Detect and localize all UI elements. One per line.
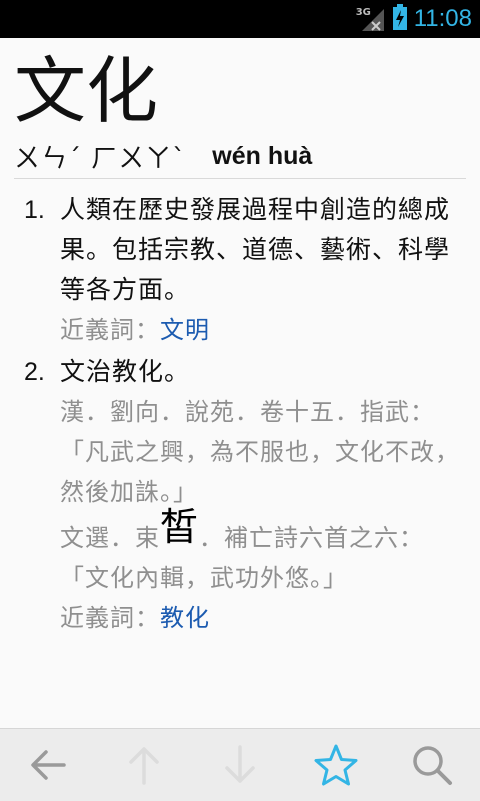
star-icon <box>314 744 358 786</box>
definition-text: 文治教化。 <box>60 357 191 386</box>
citation-quote: 「凡武之興，為不服也，文化不改，然後加誅。」 <box>60 438 460 506</box>
pronunciation: ㄨㄣˊ ㄏㄨㄚˋ wén huà <box>14 138 312 174</box>
special-glyph: 皙 <box>160 505 200 549</box>
definition-number: 1. <box>24 196 45 224</box>
next-entry-button[interactable] <box>204 729 276 801</box>
back-button[interactable] <box>12 729 84 801</box>
pinyin: wén huà <box>212 141 313 170</box>
citation-source-part: ．補亡詩六首之六： <box>199 524 425 552</box>
bottom-toolbar <box>0 728 480 801</box>
headword: 文化 <box>14 49 159 133</box>
up-arrow-icon <box>129 747 159 785</box>
synonym-label: 近義詞： <box>60 604 160 632</box>
synonym-row: 近義詞：文明 <box>60 310 470 350</box>
clock: 11:08 <box>413 5 472 32</box>
synonym-label: 近義詞： <box>60 316 160 344</box>
divider <box>14 178 466 179</box>
back-arrow-icon <box>31 750 66 780</box>
signal-icon: 3G <box>356 5 386 33</box>
synonym-link[interactable]: 教化 <box>160 604 210 632</box>
entry-view[interactable]: 文化 ㄨㄣˊ ㄏㄨㄚˋ wén huà 1. 人類在歷史發展過程中創造的總成果。… <box>0 38 480 728</box>
synonym-row: 近義詞：教化 <box>60 598 470 638</box>
previous-entry-button[interactable] <box>108 729 180 801</box>
definition-list: 1. 人類在歷史發展過程中創造的總成果。包括宗教、道德、藝術、科學等各方面。 近… <box>20 190 470 640</box>
definition-item: 2. 文治教化。 漢．劉向．說苑．卷十五．指武： 「凡武之興，為不服也，文化不改… <box>20 352 470 638</box>
bopomofo: ㄨㄣˊ ㄏㄨㄚˋ <box>14 143 187 174</box>
bookmark-button[interactable] <box>300 729 372 801</box>
status-icons: 3G 11:08 <box>356 0 472 38</box>
citation-source-part: 文選．束 <box>60 524 160 552</box>
status-bar: 3G 11:08 <box>0 0 480 38</box>
synonym-link[interactable]: 文明 <box>160 316 210 344</box>
citation-source: 漢．劉向．說苑．卷十五．指武： <box>60 398 435 426</box>
citation-quote: 「文化內輯，武功外悠。」 <box>60 564 348 592</box>
down-arrow-icon <box>225 745 255 783</box>
search-button[interactable] <box>396 729 468 801</box>
citation-source: 文選．束皙．補亡詩六首之六： <box>60 508 470 558</box>
search-icon <box>413 746 452 785</box>
definition-text: 人類在歷史發展過程中創造的總成果。包括宗教、道德、藝術、科學等各方面。 <box>60 195 451 304</box>
battery-icon <box>392 3 408 35</box>
definition-item: 1. 人類在歷史發展過程中創造的總成果。包括宗教、道德、藝術、科學等各方面。 近… <box>20 190 470 350</box>
definition-number: 2. <box>24 358 45 386</box>
